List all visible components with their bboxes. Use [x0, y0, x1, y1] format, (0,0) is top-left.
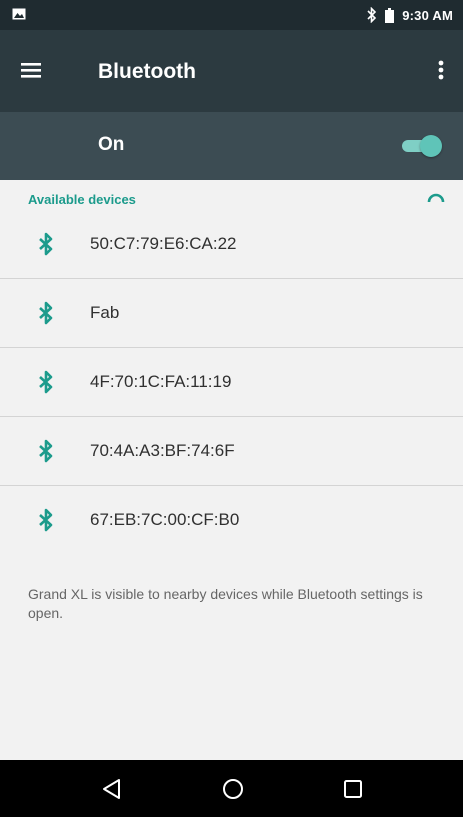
system-nav-bar: [0, 760, 463, 817]
device-name: 50:C7:79:E6:CA:22: [90, 234, 237, 253]
home-icon[interactable]: [218, 774, 248, 804]
status-bar: 9:30 AM: [0, 0, 463, 30]
recents-icon[interactable]: [338, 774, 368, 804]
device-row[interactable]: 67:EB:7C:00:CF:B0: [0, 486, 463, 554]
bluetooth-icon: [39, 232, 53, 256]
device-list-area: Available devices 50:C7:79:E6:CA:22 Fab …: [0, 180, 463, 760]
status-icons: 9:30 AM: [367, 7, 453, 23]
bluetooth-icon: [39, 508, 53, 532]
more-vert-icon[interactable]: [433, 56, 449, 84]
app-toolbar: Bluetooth: [0, 30, 463, 112]
visibility-note: Grand XL is visible to nearby devices wh…: [28, 586, 423, 621]
device-row[interactable]: 4F:70:1C:FA:11:19: [0, 348, 463, 417]
device-row[interactable]: 70:4A:A3:BF:74:6F: [0, 417, 463, 486]
battery-icon: [385, 7, 395, 23]
progress-spinner-icon: [427, 193, 445, 203]
bluetooth-icon: [39, 370, 53, 394]
available-devices-header: Available devices: [28, 192, 136, 207]
back-icon[interactable]: [98, 774, 128, 804]
bluetooth-status-icon: [367, 7, 377, 23]
bluetooth-toggle[interactable]: [400, 134, 442, 158]
device-row[interactable]: 50:C7:79:E6:CA:22: [0, 210, 463, 279]
device-name: 4F:70:1C:FA:11:19: [90, 372, 232, 391]
device-name: 67:EB:7C:00:CF:B0: [90, 510, 240, 529]
switch-label: On: [98, 134, 125, 155]
hamburger-menu-icon[interactable]: [18, 56, 46, 84]
device-row[interactable]: Fab: [0, 279, 463, 348]
device-name: 70:4A:A3:BF:74:6F: [90, 441, 235, 460]
bluetooth-icon: [39, 439, 53, 463]
bluetooth-icon: [39, 301, 53, 325]
device-name: Fab: [90, 303, 120, 322]
bluetooth-master-switch-bar[interactable]: On: [0, 112, 463, 180]
status-time: 9:30 AM: [402, 7, 453, 23]
image-notification-icon: [12, 8, 26, 20]
page-title: Bluetooth: [98, 60, 196, 83]
toggle-thumb: [420, 135, 442, 157]
